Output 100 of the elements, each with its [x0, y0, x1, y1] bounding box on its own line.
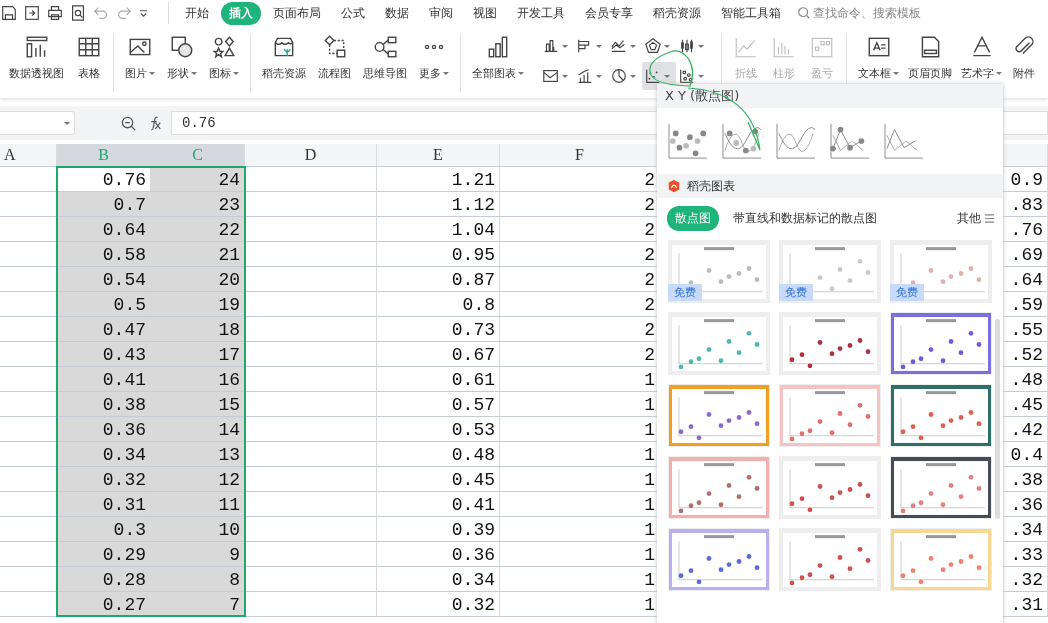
table-cell: 0.28	[57, 567, 151, 592]
mind-map-icon	[372, 34, 398, 60]
area-chart-icon	[542, 67, 560, 85]
ribbon-tab[interactable]: 智能工具箱	[713, 1, 789, 25]
table-cell: 0.73	[377, 317, 500, 342]
ribbon-tab[interactable]: 开发工具	[509, 1, 573, 25]
ribbon-button[interactable]: 附件	[1011, 28, 1037, 81]
dropdown-button[interactable]: 图片	[125, 28, 155, 81]
export-icon[interactable]	[23, 4, 41, 22]
line-scatter-chart-icon[interactable]	[829, 122, 871, 160]
bubble-chart-icon	[678, 67, 696, 85]
dropdown-button[interactable]: 形状	[167, 28, 197, 81]
ribbon-button[interactable]: 稻壳资源	[262, 28, 306, 81]
more-icon	[424, 44, 444, 50]
table-cell: 0.95	[377, 242, 500, 267]
ribbon-button[interactable]: 表格	[76, 28, 102, 81]
ribbon-tab[interactable]: 数据	[377, 1, 417, 25]
ribbon-button[interactable]: 思维导图	[363, 28, 407, 81]
table-cell: 0.87	[377, 267, 500, 292]
ribbon-button[interactable]: 数据透视图	[9, 28, 64, 81]
table-cell: 0.48	[377, 442, 500, 467]
table-cell: 1.04	[377, 217, 500, 242]
table-cell: 0.34	[377, 567, 500, 592]
free-badge: 免费	[779, 284, 813, 301]
ribbon-tab[interactable]: 页面布局	[265, 1, 329, 25]
free-badge: 免费	[890, 284, 924, 301]
table-cell: 0.29	[57, 542, 151, 567]
ribbon-tab[interactable]: 公式	[333, 1, 373, 25]
table-cell: 10	[151, 517, 245, 542]
scrollbar[interactable]	[995, 319, 1000, 519]
radar-chart-icon	[644, 37, 662, 55]
table-cell: 24	[151, 167, 245, 192]
table-cell: 22	[151, 217, 245, 242]
table-cell: 7	[151, 592, 245, 617]
menu-icon	[984, 213, 995, 224]
table-cell: 8	[151, 567, 245, 592]
table-cell: 0.45	[377, 467, 500, 492]
table-cell: 0.57	[377, 392, 500, 417]
table-cell: 0.61	[377, 367, 500, 392]
dropdown-button[interactable]: 艺术字	[961, 28, 1002, 81]
table-cell: 17	[151, 342, 245, 367]
table-cell: 9	[151, 542, 245, 567]
combo-chart-icon	[576, 67, 594, 85]
table-cell: 0.32	[57, 467, 151, 492]
table-cell: 0.38	[57, 392, 151, 417]
filter-tab[interactable]: 带直线和数据标记的散点图	[725, 206, 885, 231]
table-cell: 13	[151, 442, 245, 467]
caret-icon[interactable]	[138, 7, 149, 19]
scatter-chart-icon[interactable]	[667, 122, 709, 160]
dropdown-button[interactable]: 更多	[419, 28, 449, 81]
column-chart-icon	[542, 37, 560, 55]
table-cell: 0.34	[57, 442, 151, 467]
smooth-line-scatter-icon[interactable]	[721, 122, 763, 160]
search-field[interactable]: 查找命令、搜索模板	[797, 5, 955, 21]
table-cell: 14	[151, 417, 245, 442]
table-cell: 0.27	[57, 592, 151, 617]
table-cell: 0.64	[57, 217, 151, 242]
table-cell: 0.39	[377, 517, 500, 542]
dropdown-button[interactable]: 图标	[209, 28, 239, 81]
ribbon-tab[interactable]: 审阅	[421, 1, 461, 25]
ribbon-tab[interactable]: 开始	[177, 1, 217, 25]
shell-logo-icon	[667, 179, 681, 193]
ribbon-tab[interactable]: 会员专享	[577, 1, 641, 25]
table-cell: 1.21	[377, 167, 500, 192]
table-cell: 0.8	[377, 292, 500, 317]
shape-icon	[169, 34, 195, 60]
table-cell: 23	[151, 192, 245, 217]
table-cell: 0.54	[57, 267, 151, 292]
table-cell: 0.36	[57, 417, 151, 442]
table-cell: 18	[151, 317, 245, 342]
stock-chart-icon	[678, 37, 696, 55]
table-cell: 0.67	[377, 342, 500, 367]
table-cell: 21	[151, 242, 245, 267]
dropdown-button[interactable]: 全部图表	[472, 28, 524, 81]
table-cell: 0.58	[57, 242, 151, 267]
scatter-chart-icon	[644, 67, 662, 85]
ribbon-tab[interactable]: 视图	[465, 1, 505, 25]
table-cell: 0.36	[377, 542, 500, 567]
column-header[interactable]: E	[377, 144, 500, 166]
ribbon-tab[interactable]: 稻壳资源	[645, 1, 709, 25]
table-cell: 15	[151, 392, 245, 417]
column-header[interactable]: D	[245, 144, 377, 166]
ribbon-button[interactable]: 页眉页脚	[908, 28, 952, 81]
section-title: 稻壳图表	[687, 177, 735, 195]
save-icon[interactable]	[0, 4, 18, 22]
print-icon[interactable]	[46, 4, 64, 22]
dropdown-button[interactable]: 文本框	[858, 28, 899, 81]
print-preview-icon[interactable]	[69, 4, 87, 22]
other-button[interactable]: 其他	[957, 210, 995, 227]
ribbon-button[interactable]: 流程图	[318, 28, 351, 81]
table-cell: 0.5	[57, 292, 151, 317]
table-cell: 11	[151, 492, 245, 517]
table-cell: 12	[151, 467, 245, 492]
free-badge: 免费	[668, 284, 702, 301]
table-cell: 0.32	[377, 592, 500, 617]
table-cell: 0.31	[57, 492, 151, 517]
table-cell: 20	[151, 267, 245, 292]
search-icon	[797, 6, 811, 20]
table-cell: 16	[151, 367, 245, 392]
zoom-out-icon[interactable]	[120, 114, 137, 132]
